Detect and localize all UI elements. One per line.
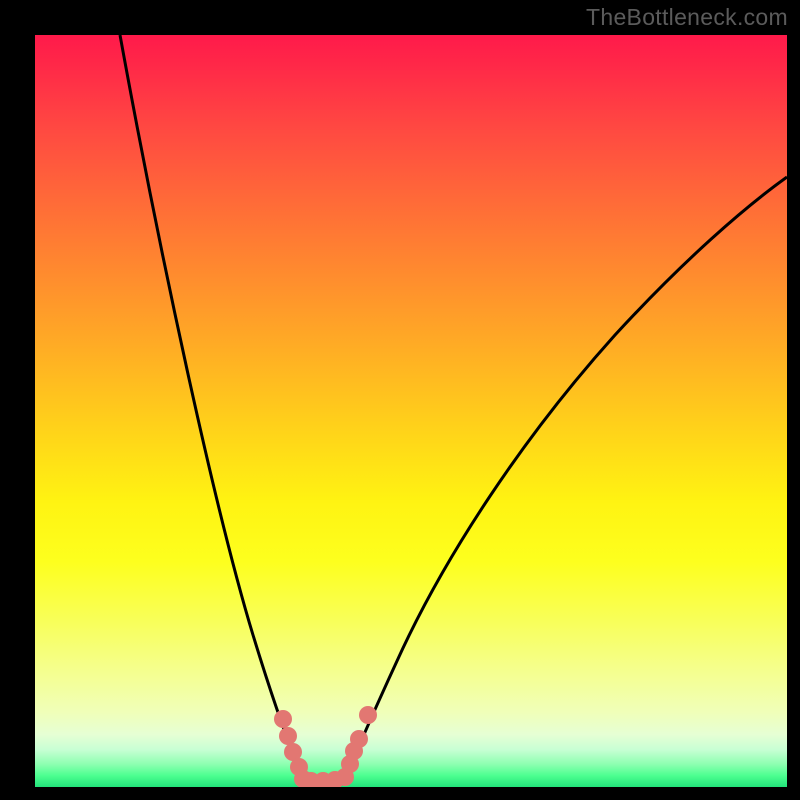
plot-area — [35, 35, 787, 787]
chart-frame: TheBottleneck.com — [0, 0, 800, 800]
data-marker — [279, 727, 297, 745]
chart-svg — [35, 35, 787, 787]
watermark-text: TheBottleneck.com — [586, 4, 788, 31]
curve-group — [120, 35, 787, 779]
data-marker — [350, 730, 368, 748]
data-markers — [274, 706, 377, 787]
data-marker — [274, 710, 292, 728]
right-curve — [345, 177, 787, 779]
data-marker — [359, 706, 377, 724]
left-curve — [120, 35, 303, 779]
